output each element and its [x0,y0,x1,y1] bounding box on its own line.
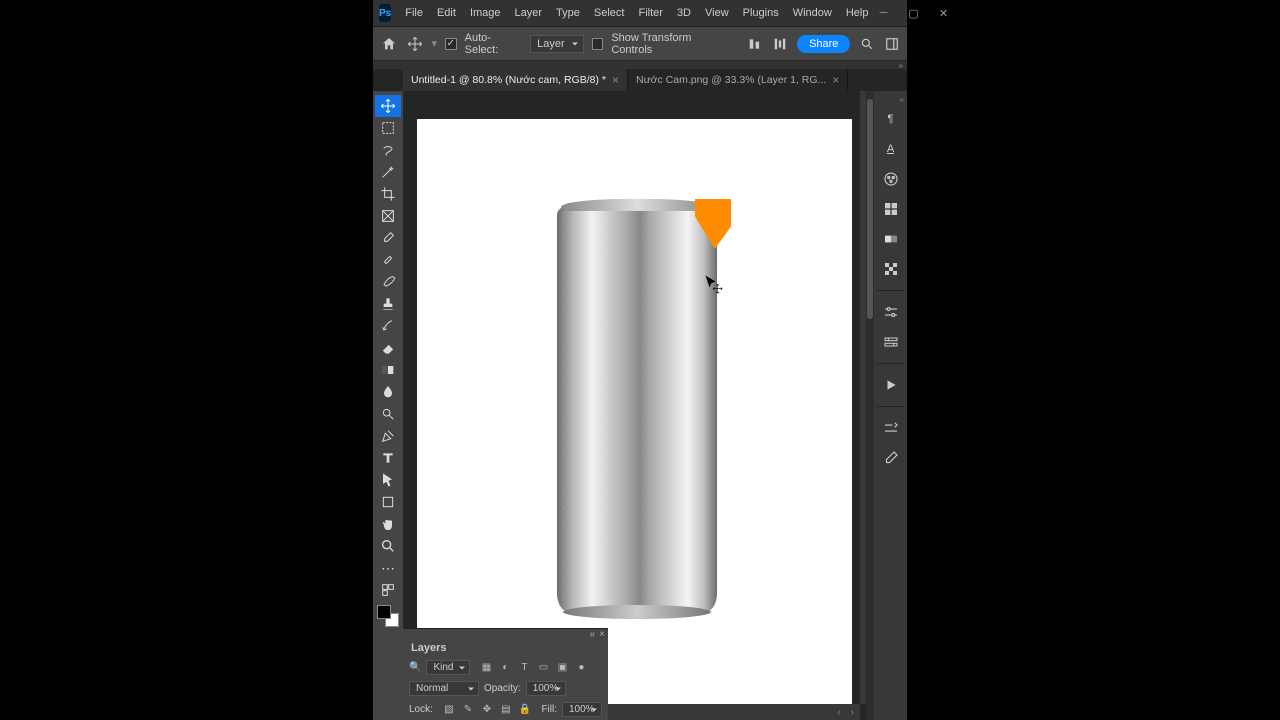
shape-tool[interactable] [375,491,401,513]
lock-trans-icon[interactable]: ▨ [442,703,456,717]
filter-smart-icon[interactable]: ▣ [555,661,569,675]
doctab-2-close-icon[interactable]: × [832,73,839,87]
wand-tool[interactable] [375,161,401,183]
lasso-tool[interactable] [375,139,401,161]
libraries-panel-icon[interactable] [879,416,903,440]
expand-panels-icon[interactable]: » [899,61,903,69]
layer-filter-kind[interactable]: Kind [426,660,470,675]
menu-filter[interactable]: Filter [632,4,668,22]
menu-3d[interactable]: 3D [671,4,697,22]
doctab-1[interactable]: Untitled-1 @ 80.8% (Nước cam, RGB/8) * × [403,69,628,91]
right-panel-scrollbar[interactable] [866,91,874,720]
main-menu: File Edit Image Layer Type Select Filter… [399,4,874,22]
photoshop-logo: Ps [379,4,391,22]
play-panel-icon[interactable] [879,373,903,397]
dodge-tool[interactable] [375,403,401,425]
show-transform-checkbox[interactable] [592,38,604,50]
lock-nest-icon[interactable]: ▤ [499,703,513,717]
lock-brush-icon[interactable]: ✎ [461,703,475,717]
blend-mode-select[interactable]: Normal [409,681,479,696]
filter-toggle-icon[interactable]: ● [574,661,588,675]
filter-shape-icon[interactable]: ▭ [536,661,550,675]
filter-adjust-icon[interactable]: ◐ [498,661,512,675]
can-image [557,199,717,619]
gradient-tool[interactable] [375,359,401,381]
gradients-panel-icon[interactable] [879,227,903,251]
menu-select[interactable]: Select [588,4,631,22]
show-transform-label: Show Transform Controls [611,32,730,56]
filter-type-icon[interactable]: T [517,661,531,675]
healing-tool[interactable] [375,249,401,271]
pen-tool[interactable] [375,425,401,447]
panel-collapse-icon[interactable]: « [590,629,596,639]
align-icon[interactable] [747,35,764,53]
layers-panel: «× Layers 🔍 Kind ▦ ◐ T ▭ ▣ ● Normal [403,628,608,720]
fill-value[interactable]: 100% [562,702,602,717]
zoom-tool[interactable] [375,535,401,557]
frame-tool[interactable] [375,205,401,227]
menu-help[interactable]: Help [840,4,875,22]
hand-tool[interactable] [375,513,401,535]
fill-label: Fill: [541,704,557,715]
rpanel-collapse-icon[interactable]: « [874,95,907,101]
close-button[interactable]: ✕ [934,6,952,20]
doctab-2-label: Nước Cam.png @ 33.3% (Layer 1, RG... [636,74,826,86]
marquee-tool[interactable] [375,117,401,139]
menu-view[interactable]: View [699,4,735,22]
brush-tool[interactable] [375,271,401,293]
panel-close-icon[interactable]: × [599,629,605,639]
patterns-panel-icon[interactable] [879,257,903,281]
color-panel-icon[interactable] [879,167,903,191]
layers-panel-title[interactable]: Layers [403,639,608,657]
path-tool[interactable] [375,469,401,491]
type-tool[interactable] [375,447,401,469]
doctab-1-label: Untitled-1 @ 80.8% (Nước cam, RGB/8) * [411,74,606,86]
home-button[interactable] [379,34,398,54]
eyedropper-tool[interactable] [375,227,401,249]
lock-move-icon[interactable]: ✥ [480,703,494,717]
stamp-tool[interactable] [375,293,401,315]
auto-select-label: Auto-Select: [465,32,523,56]
distribute-icon[interactable] [772,35,789,53]
menu-image[interactable]: Image [464,4,507,22]
edit-toolbar-icon[interactable] [375,579,401,601]
move-tool-icon[interactable] [406,35,423,53]
eraser-tool[interactable] [375,337,401,359]
auto-select-checkbox[interactable] [445,38,457,50]
fg-color-swatch[interactable] [377,605,391,619]
menu-file[interactable]: File [399,4,429,22]
move-tool[interactable] [375,95,401,117]
filter-pixel-icon[interactable]: ▦ [479,661,493,675]
doctab-2[interactable]: Nước Cam.png @ 33.3% (Layer 1, RG... × [628,69,848,91]
brush-settings-panel-icon[interactable] [879,446,903,470]
select-mode-dropdown[interactable]: Layer [530,35,584,53]
opacity-value[interactable]: 100% [526,681,566,696]
lock-label: Lock: [409,704,433,715]
blur-tool[interactable] [375,381,401,403]
paragraph-panel-icon[interactable]: ¶ [879,107,903,131]
workspace-icon[interactable] [884,35,901,53]
search-icon[interactable] [858,35,875,53]
menu-layer[interactable]: Layer [509,4,549,22]
share-button[interactable]: Share [797,35,850,53]
swatches-panel-icon[interactable] [879,197,903,221]
color-swatches[interactable] [377,605,399,627]
menu-window[interactable]: Window [787,4,838,22]
opacity-label: Opacity: [484,683,521,694]
adjustments-panel-icon[interactable] [879,300,903,324]
properties-panel-icon[interactable] [879,330,903,354]
maximize-button[interactable]: ▢ [904,6,922,20]
menu-plugins[interactable]: Plugins [737,4,785,22]
more-tools-icon[interactable]: ⋯ [375,557,401,579]
history-brush-tool[interactable] [375,315,401,337]
lock-all-icon[interactable]: 🔒 [518,703,532,717]
crop-tool[interactable] [375,183,401,205]
character-panel-icon[interactable]: A [879,137,903,161]
doctab-1-close-icon[interactable]: × [612,73,619,87]
menu-type[interactable]: Type [550,4,586,22]
menu-edit[interactable]: Edit [431,4,462,22]
minimize-button[interactable]: ─ [874,6,892,20]
